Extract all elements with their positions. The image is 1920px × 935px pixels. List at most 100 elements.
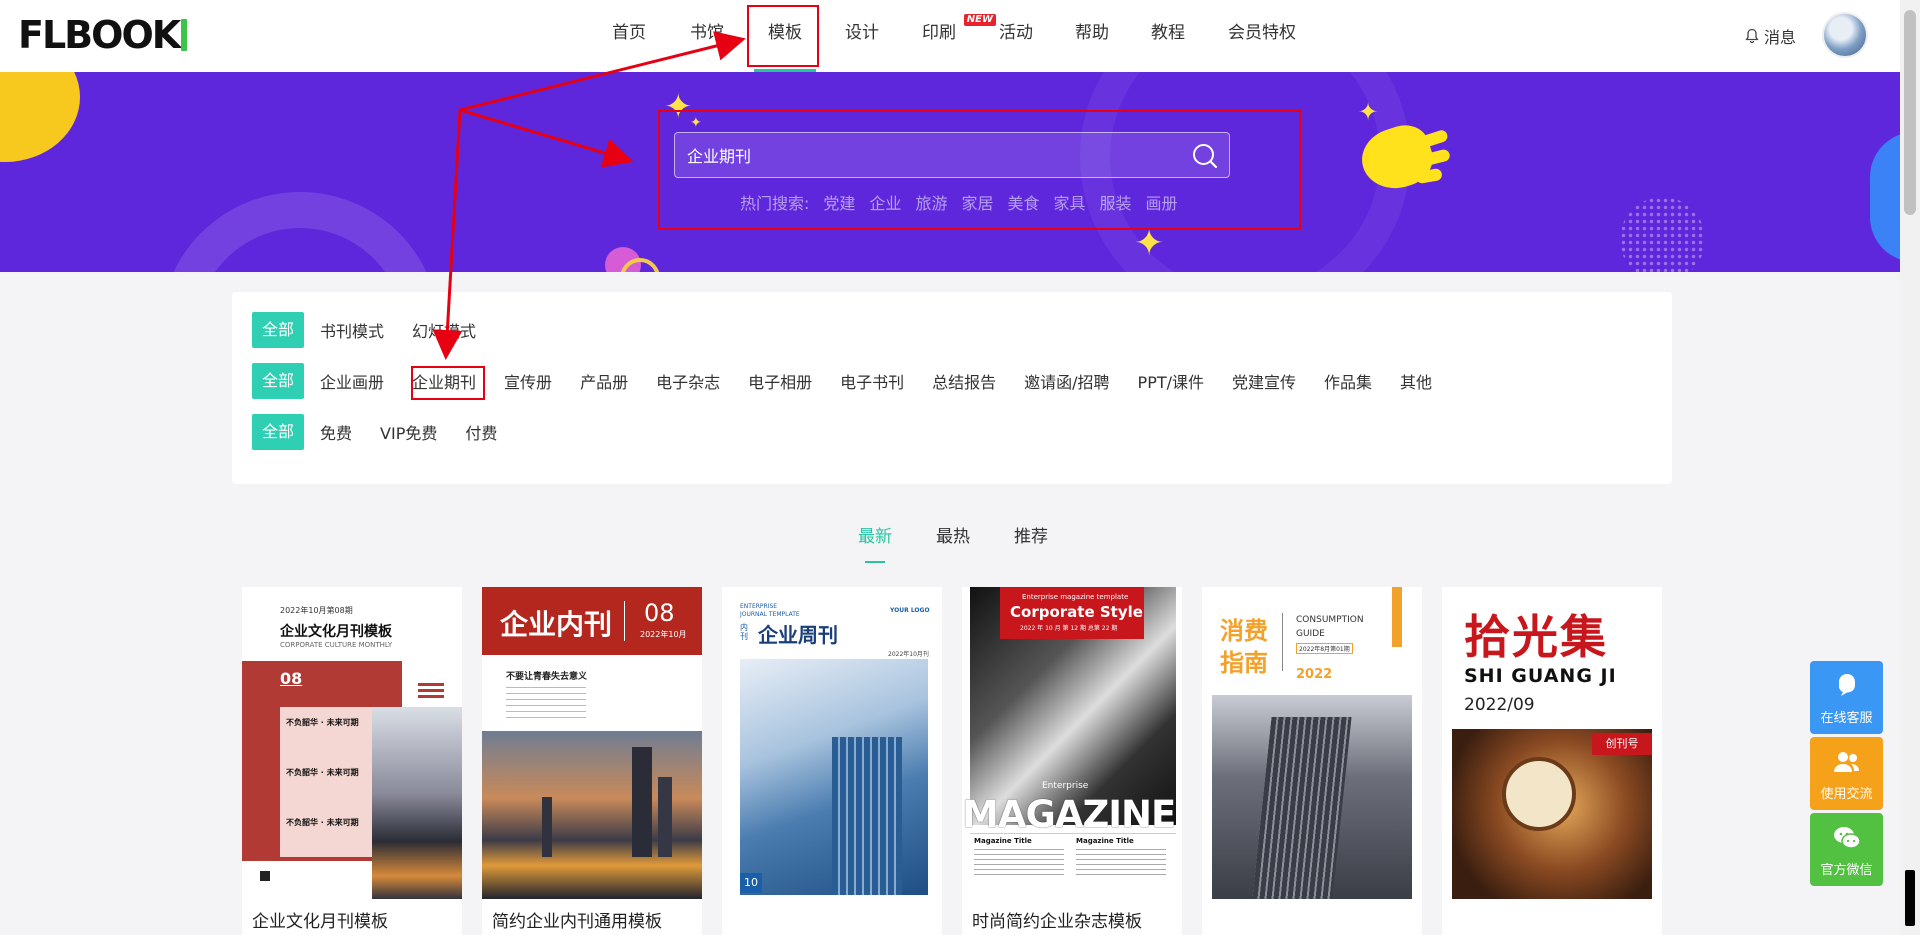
hot-search-term[interactable]: 美食 (1007, 190, 1039, 214)
filter-option[interactable]: 产品册 (580, 369, 628, 393)
cover-text: Enterprise magazine template (1022, 593, 1129, 601)
nav-templates[interactable]: 模板 (746, 0, 824, 72)
filter-option[interactable]: 电子书刊 (840, 369, 904, 393)
hot-search-list: 热门搜索: 党建 企业 旅游 家居 美食 家具 服装 画册 (740, 190, 1178, 214)
users-icon (1834, 752, 1859, 772)
cover-text: 2022 (1296, 667, 1333, 682)
nav-help[interactable]: 帮助 (1054, 0, 1130, 72)
nav-tutorial[interactable]: 教程 (1130, 0, 1206, 72)
scrollbar[interactable] (1900, 0, 1920, 935)
cover-text: ENTERPRISE (740, 603, 778, 610)
decor-blue-shape (1870, 132, 1900, 262)
cover-text: SHI GUANG JI (1464, 665, 1617, 687)
nav-label: 印刷 (922, 23, 956, 43)
cover-text: Enterprise (1042, 781, 1089, 791)
filter-option[interactable]: VIP免费 (380, 420, 437, 444)
cover-text-lines (1076, 849, 1166, 877)
filter-all[interactable]: 全部 (252, 312, 305, 348)
cover-text: 08 (280, 669, 303, 688)
cover-text: YOUR LOGO (890, 607, 930, 614)
filter-option[interactable]: 党建宣传 (1232, 369, 1296, 393)
scrollbar-thumb[interactable] (1904, 10, 1916, 215)
cover-text: 内刊 (740, 623, 748, 641)
filter-all[interactable]: 全部 (252, 363, 305, 399)
nav-label: 书馆 (690, 23, 724, 43)
hot-search-term[interactable]: 家具 (1053, 190, 1085, 214)
hot-search-term[interactable]: 画册 (1146, 190, 1178, 214)
filter-option[interactable]: 免费 (320, 420, 352, 444)
nav-print[interactable]: 印刷 NEW (900, 0, 996, 72)
nav-label: 设计 (845, 23, 879, 43)
nav-design[interactable]: 设计 (824, 0, 900, 72)
cover-text: 消费 (1220, 617, 1268, 645)
main-nav: 首页 书馆 模板 设计 印刷 NEW 活动 帮助 教程 会员特权 (590, 0, 1318, 72)
nav-library[interactable]: 书馆 (668, 0, 746, 72)
cover-text: 2022年8月第01期 (1296, 643, 1353, 654)
cover-text: 企业文化月刊模板 (280, 624, 392, 640)
filter-option[interactable]: 幻灯模式 (412, 318, 476, 342)
logo-text: FLBOOK (18, 13, 181, 57)
user-avatar[interactable] (1822, 12, 1868, 58)
cover-text: 10 (740, 873, 762, 893)
filter-option[interactable]: 电子相册 (748, 369, 812, 393)
hot-search-term[interactable]: 旅游 (915, 190, 947, 214)
filter-option[interactable]: 书刊模式 (320, 318, 384, 342)
template-card[interactable]: 消费 指南 CONSUMPTION GUIDE 2022年8月第01期 2022 (1202, 587, 1422, 935)
user-community-button[interactable]: 使用交流 (1810, 737, 1883, 810)
cover-text: GUIDE (1296, 629, 1325, 639)
nav-events[interactable]: 活动 (978, 0, 1054, 72)
hot-search-term[interactable]: 服装 (1100, 190, 1132, 214)
nav-label: 首页 (612, 23, 646, 43)
sparkle-icon: ✦ (690, 115, 702, 131)
filter-option[interactable]: 企业画册 (320, 369, 384, 393)
filter-row-mode: 全部 书刊模式 幻灯模式 (252, 312, 504, 348)
cover-text: 2022 年 10 月 第 12 期 总第 22 期 (1020, 625, 1118, 632)
sparkle-icon: ✦ (664, 87, 693, 127)
filter-option[interactable]: 邀请函/招聘 (1024, 369, 1109, 393)
nav-vip-benefits[interactable]: 会员特权 (1206, 0, 1318, 72)
filter-option[interactable]: 作品集 (1324, 369, 1372, 393)
cover-text-lines (974, 849, 1064, 877)
hot-search-term[interactable]: 家居 (961, 190, 993, 214)
cover-text: 企业内刊 (500, 608, 613, 641)
tab-latest[interactable]: 最新 (858, 522, 892, 563)
hot-search-term[interactable]: 党建 (823, 190, 855, 214)
filter-option[interactable]: 付费 (465, 420, 497, 444)
template-card[interactable]: Enterprise magazine template Corporate S… (962, 587, 1182, 935)
template-card[interactable]: ENTERPRISE JOURNAL TEMPLATE YOUR LOGO 内刊… (722, 587, 942, 935)
decor-dot-pattern (1620, 197, 1705, 272)
filter-option[interactable]: 其他 (1400, 369, 1432, 393)
search-icon[interactable] (1191, 142, 1219, 170)
filter-row-price: 全部 免费 VIP免费 付费 (252, 414, 525, 450)
nav-home[interactable]: 首页 (590, 0, 668, 72)
filter-option[interactable]: 企业期刊 (412, 369, 476, 393)
cover-text-lines (506, 687, 586, 719)
cover-text: 不负韶华 · 未来可期 (286, 718, 359, 727)
filter-option[interactable]: 电子杂志 (656, 369, 720, 393)
wechat-button[interactable]: 官方微信 (1810, 813, 1883, 886)
filter-option[interactable]: 总结报告 (932, 369, 996, 393)
filter-option[interactable]: PPT/课件 (1138, 369, 1204, 393)
flbook-logo[interactable]: FLBOOK (18, 13, 188, 57)
filter-all[interactable]: 全部 (252, 414, 305, 450)
nav-label: 教程 (1151, 23, 1185, 43)
tab-recommended[interactable]: 推荐 (1014, 522, 1048, 547)
template-cover: 2022年10月第08期 企业文化月刊模板 CORPORATE CULTURE … (242, 587, 462, 899)
filter-option[interactable]: 宣传册 (504, 369, 552, 393)
template-card[interactable]: 2022年10月第08期 企业文化月刊模板 CORPORATE CULTURE … (242, 587, 462, 935)
template-card[interactable]: 企业内刊 08 2022年10月 不要让青春失去意义 简约企业内刊通用模板 (482, 587, 702, 935)
search-input[interactable] (687, 133, 1157, 177)
cover-text: 2022年10月 (640, 630, 687, 639)
tab-hottest[interactable]: 最热 (936, 522, 970, 547)
float-label: 官方微信 (1820, 863, 1873, 878)
filter-panel: 全部 书刊模式 幻灯模式 全部 企业画册 企业期刊 宣传册 产品册 电子杂志 电… (232, 292, 1672, 484)
message-label: 消息 (1764, 28, 1797, 47)
hot-search-term[interactable]: 企业 (869, 190, 901, 214)
cover-text: 不负韶华 · 未来可期 (286, 768, 359, 777)
online-service-button[interactable]: 在线客服 (1810, 661, 1883, 734)
wechat-icon (1834, 827, 1861, 849)
message-button[interactable]: 消息 (1744, 24, 1796, 48)
template-card[interactable]: 拾光集 SHI GUANG JI 2022/09 创刊号 (1442, 587, 1662, 935)
scrollbar-handle[interactable] (1905, 870, 1915, 926)
menu-lines-icon (418, 683, 444, 686)
